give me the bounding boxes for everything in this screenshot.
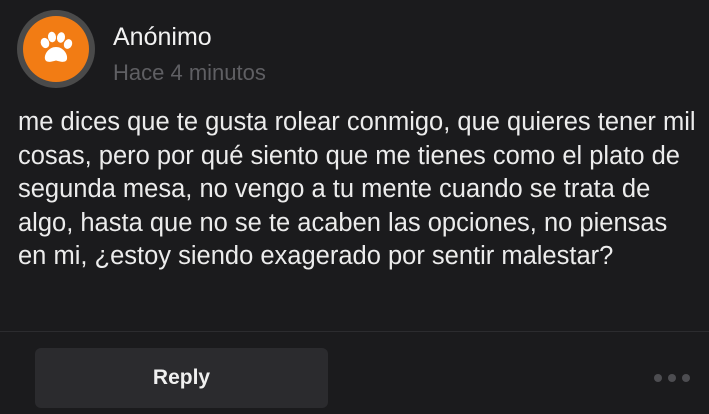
reply-button[interactable]: Reply [35, 348, 328, 408]
more-dot [682, 374, 690, 382]
avatar[interactable] [17, 10, 95, 88]
more-options-icon[interactable] [654, 370, 690, 386]
more-dot [654, 374, 662, 382]
anonymous-post: Anónimo Hace 4 minutos me dices que te g… [0, 0, 709, 414]
post-message: me dices que te gusta rolear conmigo, qu… [18, 108, 696, 271]
avatar-circle [23, 16, 89, 82]
post-timestamp: Hace 4 minutos [113, 60, 266, 85]
divider [0, 331, 709, 332]
more-dot [668, 374, 676, 382]
author-name: Anónimo [113, 23, 212, 51]
paw-icon [40, 31, 73, 62]
